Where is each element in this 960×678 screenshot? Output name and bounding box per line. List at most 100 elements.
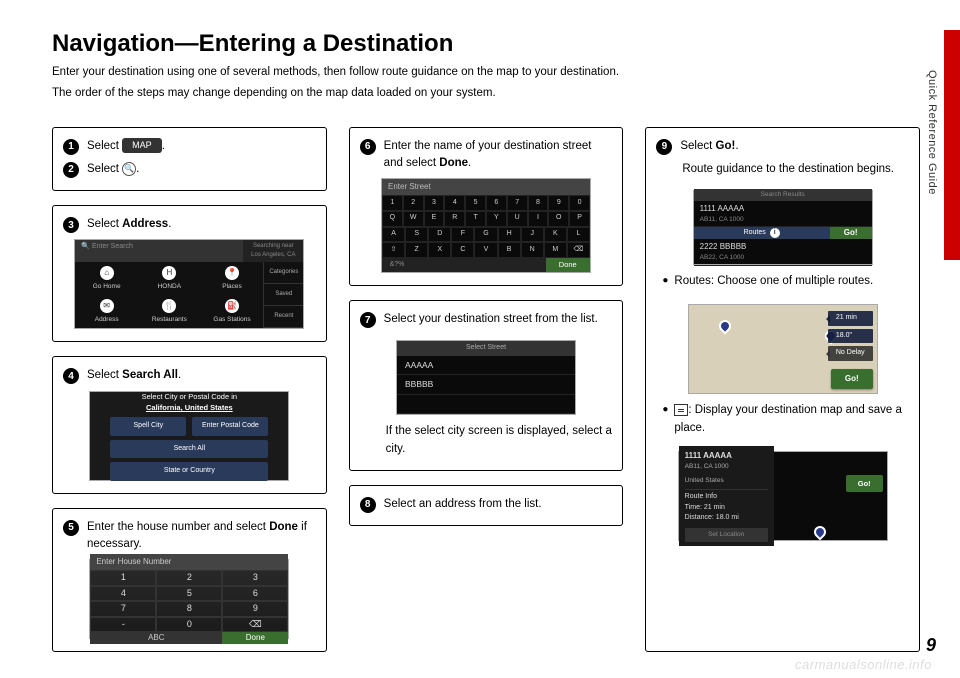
page-number: 9 xyxy=(926,635,936,656)
step-2-text: Select 🔍. xyxy=(87,161,316,178)
search-icon: 🔍 xyxy=(122,162,136,176)
step-3-text: Select Address. xyxy=(87,216,316,233)
intro-line-1: Enter your destination using one of seve… xyxy=(52,64,920,81)
bullet-dot-1: ● xyxy=(662,273,668,290)
column-3: 9 Select Go!. Route guidance to the dest… xyxy=(645,127,920,653)
address-menu-screenshot: 🔍 Enter Search Searching nearLos Angeles… xyxy=(74,239,304,329)
step-num-8: 8 xyxy=(360,497,376,513)
routes-map-screenshot: 21 min 18.0" No Delay Go! xyxy=(688,304,878,394)
results-header: Search Results xyxy=(694,189,872,201)
key-4: 4 xyxy=(90,586,156,602)
step-1-text: Select MAP. xyxy=(87,138,316,155)
kb-1: 1 xyxy=(382,195,403,211)
list-row-2: BBBBB xyxy=(397,375,575,395)
search-all-screenshot: Select City or Postal Code inCalifornia,… xyxy=(89,391,289,481)
kb-space xyxy=(412,258,546,272)
step-num-5: 5 xyxy=(63,520,79,536)
kb-symbols: &?% xyxy=(382,258,412,272)
map2-go-button: Go! xyxy=(846,475,883,492)
step-num-6: 6 xyxy=(360,139,376,155)
step-box-9: 9 Select Go!. Route guidance to the dest… xyxy=(645,127,920,653)
side-saved: Saved xyxy=(263,284,303,306)
step-num-9: 9 xyxy=(656,139,672,155)
step-4-text: Select Search All. xyxy=(87,367,316,384)
dest-addr2: United States xyxy=(685,476,768,486)
key-2: 2 xyxy=(156,570,222,586)
step-9-sub: Route guidance to the destination begins… xyxy=(656,161,909,178)
tile-gas: ⛽Gas Stations xyxy=(201,295,264,328)
route-dist: Distance: 18.0 mi xyxy=(685,513,768,524)
result-1: 1111 AAAAAAB11, CA 1000 xyxy=(694,201,872,226)
map-delay-badge: No Delay xyxy=(828,346,873,361)
key-3: 3 xyxy=(222,570,288,586)
side-label: Quick Reference Guide xyxy=(926,70,938,195)
list-icon xyxy=(674,404,688,416)
key-backspace: ⌫ xyxy=(222,617,288,633)
list-row-1: AAAAA xyxy=(397,356,575,376)
list-row-empty xyxy=(397,395,575,415)
column-1: 1 Select MAP. 2 Select 🔍. 3 Se xyxy=(52,127,327,653)
key-6: 6 xyxy=(222,586,288,602)
bullet-routes-text: Routes: Choose one of multiple routes. xyxy=(674,273,873,290)
key-7: 7 xyxy=(90,601,156,617)
dest-title: 1111 AAAAA xyxy=(685,450,768,462)
keypad-done: Done xyxy=(222,632,288,644)
step-box-1-2: 1 Select MAP. 2 Select 🔍. xyxy=(52,127,327,192)
tile-address: ✉Address xyxy=(75,295,138,328)
kb-done: Done xyxy=(546,258,591,272)
bullet-map-text: : Display your destination map and save … xyxy=(674,402,903,437)
step-num-2: 2 xyxy=(63,162,79,178)
tile-places: 📍Places xyxy=(201,262,264,295)
step-box-3: 3 Select Address. 🔍 Enter Search Searchi… xyxy=(52,205,327,342)
step-9-text: Select Go!. xyxy=(680,138,909,155)
map-dist-badge: 18.0" xyxy=(828,329,873,344)
route-info-head: Route Info xyxy=(685,492,768,503)
result-2: 2222 BBBBBAB22, CA 1000 xyxy=(694,239,872,264)
btn-search-all: Search All xyxy=(110,440,268,459)
key-dash: - xyxy=(90,617,156,633)
side-categories: Categories xyxy=(263,262,303,284)
key-9: 9 xyxy=(222,601,288,617)
tile-honda: HHONDA xyxy=(138,262,201,295)
key-8: 8 xyxy=(156,601,222,617)
map-time-badge: 21 min xyxy=(828,311,873,326)
house-number-keypad: Enter House Number 1 2 3 4 5 6 7 8 9 - 0… xyxy=(89,559,289,639)
tile-go-home: ⌂Go Home xyxy=(75,262,138,295)
step-7-text: Select your destination street from the … xyxy=(384,311,613,328)
route-time: Time: 21 min xyxy=(685,503,768,514)
btn-spell-city: Spell City xyxy=(110,417,186,436)
page-title: Navigation—Entering a Destination xyxy=(52,30,920,58)
step-num-7: 7 xyxy=(360,312,376,328)
step-box-6: 6 Enter the name of your destination str… xyxy=(349,127,624,287)
dest-addr1: AB11, CA 1000 xyxy=(685,462,768,472)
search-field: 🔍 Enter Search xyxy=(75,240,243,262)
step-box-5: 5 Enter the house number and select Done… xyxy=(52,508,327,653)
street-keyboard: Enter Street 1234567890 QWERTYUIOP ASDFG… xyxy=(381,178,591,273)
results-screenshot: Search Results 1111 AAAAAAB11, CA 1000 R… xyxy=(693,190,873,265)
step-6-text: Enter the name of your destination stree… xyxy=(384,138,613,173)
watermark: carmanualsonline.info xyxy=(795,657,932,672)
btn-state-country: State or Country xyxy=(110,462,268,481)
btn-postal: Enter Postal Code xyxy=(192,417,268,436)
keypad-abc: ABC xyxy=(90,632,222,644)
set-location-button: Set Location xyxy=(685,528,768,542)
key-1: 1 xyxy=(90,570,156,586)
street-list-screenshot: Select Street AAAAA BBBBB xyxy=(396,340,576,415)
list-header: Select Street xyxy=(397,341,575,356)
step-box-7: 7 Select your destination street from th… xyxy=(349,300,624,471)
keypad-header: Enter House Number xyxy=(90,554,288,570)
step-8-text: Select an address from the list. xyxy=(384,496,613,513)
step-5-text: Enter the house number and select Done i… xyxy=(87,519,316,554)
key-0: 0 xyxy=(156,617,222,633)
tile-restaurants: 🍴Restaurants xyxy=(138,295,201,328)
kb-header: Enter Street xyxy=(382,179,590,195)
step-box-4: 4 Select Search All. Select City or Post… xyxy=(52,356,327,493)
step-num-4: 4 xyxy=(63,368,79,384)
map-button-pill: MAP xyxy=(122,138,162,154)
search-location: Searching nearLos Angeles, CA xyxy=(243,240,303,262)
step-7-note: If the select city screen is displayed, … xyxy=(360,423,613,458)
go-button-1: Go! xyxy=(830,227,872,239)
step-num-1: 1 xyxy=(63,139,79,155)
step-box-8: 8 Select an address from the list. xyxy=(349,485,624,526)
side-tab-red xyxy=(944,30,960,260)
